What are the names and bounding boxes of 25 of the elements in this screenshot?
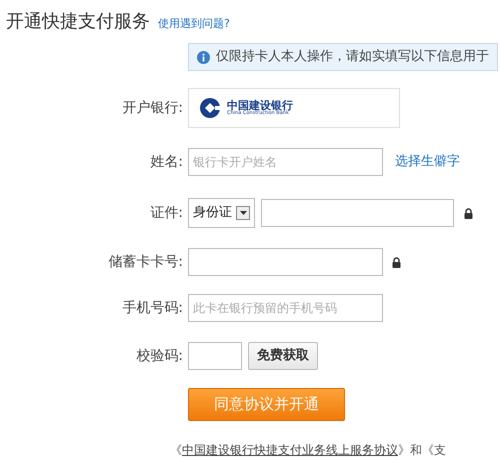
field-label: 开户银行: bbox=[121, 98, 184, 118]
id-type-select[interactable]: 身份证 bbox=[188, 198, 255, 228]
help-link[interactable]: 使用遇到问题? bbox=[158, 16, 230, 32]
page-title: 开通快捷支付服务 bbox=[6, 10, 150, 34]
bank-name: 中国建设银行 bbox=[227, 100, 293, 111]
field-label: 储蓄卡卡号: bbox=[107, 252, 184, 272]
name-input[interactable]: 银行卡开户姓名 bbox=[188, 148, 383, 176]
get-code-button[interactable]: 免费获取 bbox=[248, 342, 318, 370]
rare-character-link[interactable]: 选择生僻字 bbox=[395, 152, 460, 172]
info-icon bbox=[197, 50, 210, 64]
lock-icon bbox=[392, 256, 401, 268]
field-label: 手机号码: bbox=[121, 298, 184, 318]
notice-text: 仅限持卡人本人操作，请如实填写以下信息用于 bbox=[216, 48, 489, 66]
lock-icon bbox=[464, 208, 473, 218]
field-label: 证件: bbox=[149, 204, 184, 222]
field-label: 姓名: bbox=[149, 152, 184, 172]
id-number-input[interactable] bbox=[261, 199, 454, 227]
phone-input[interactable]: 此卡在银行预留的手机号码 bbox=[188, 294, 383, 322]
code-input[interactable] bbox=[188, 342, 242, 370]
terms-text: 《中国建设银行快捷支付业务线上服务协议》和《支 bbox=[169, 442, 447, 459]
agreement-link[interactable]: 中国建设银行快捷支付业务线上服务协议 bbox=[182, 443, 398, 457]
field-label: 校验码: bbox=[135, 346, 184, 366]
dropdown-caret-icon[interactable] bbox=[236, 206, 250, 220]
bank-logo-icon bbox=[199, 97, 221, 119]
card-number-input[interactable] bbox=[188, 248, 383, 276]
